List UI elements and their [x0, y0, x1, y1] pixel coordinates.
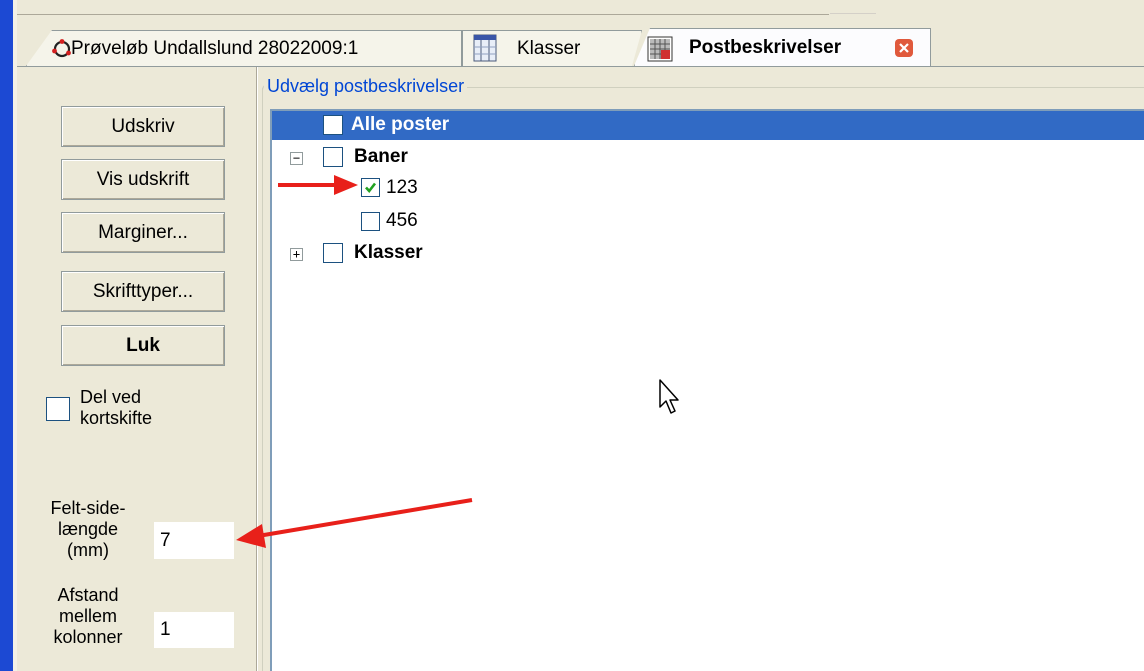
split-checkbox-label: Del ved kortskifte: [80, 387, 153, 428]
field-side-input[interactable]: 7: [154, 522, 234, 559]
tree-item-456[interactable]: 456: [386, 210, 418, 232]
pane-divider[interactable]: [256, 67, 258, 671]
checkmark-icon: [365, 182, 377, 194]
tree-item-klasser[interactable]: Klasser: [354, 242, 423, 264]
mouse-cursor-icon: [659, 379, 679, 414]
tree-item-123[interactable]: 123: [386, 177, 418, 199]
annotation-arrow-icon: [278, 175, 358, 195]
expand-icon[interactable]: +: [290, 248, 303, 261]
klasser-checkbox[interactable]: [323, 243, 343, 263]
top-divider-line-right: [830, 13, 876, 14]
left-panel: [17, 67, 257, 671]
close-icon[interactable]: [895, 39, 913, 57]
split-on-card-change-checkbox[interactable]: [46, 397, 70, 421]
top-divider-line: [17, 14, 829, 15]
tab-proveloeb-label: Prøveløb Undallslund 28022009:1: [71, 37, 359, 59]
column-gap-label: Afstand mellem kolonner: [53, 585, 123, 647]
tab-proveloeb[interactable]: Prøveløb Undallslund 28022009:1: [26, 30, 462, 66]
print-preview-button[interactable]: Vis udskrift: [61, 159, 225, 200]
margins-button[interactable]: Marginer...: [61, 212, 225, 253]
grid-icon: [647, 36, 673, 62]
field-side-label: Felt-side- længde (mm): [50, 498, 126, 560]
tab-postbeskrivelser[interactable]: Postbeskrivelser: [634, 28, 931, 66]
table-icon: [473, 34, 497, 62]
groupbox-left-border: [262, 88, 263, 671]
baner-checkbox[interactable]: [323, 147, 343, 167]
course-456-checkbox[interactable]: [361, 212, 380, 231]
map-icon: [52, 39, 71, 58]
annotation-arrow-icon: [236, 498, 473, 548]
groupbox-title: Udvælg postbeskrivelser: [264, 76, 468, 97]
tab-klasser-label: Klasser: [517, 37, 581, 59]
tab-klasser[interactable]: Klasser: [462, 30, 642, 66]
all-posts-checkbox[interactable]: [323, 115, 343, 135]
collapse-icon[interactable]: −: [290, 152, 303, 165]
column-gap-input[interactable]: 1: [154, 612, 234, 648]
window-left-edge: [0, 0, 13, 671]
tab-strip-border: [17, 66, 1144, 67]
tree-item-all-posts[interactable]: Alle poster: [351, 114, 449, 136]
print-button[interactable]: Udskriv: [61, 106, 225, 147]
tab-postbeskrivelser-label: Postbeskrivelser: [689, 36, 842, 58]
course-123-checkbox[interactable]: [361, 178, 380, 197]
close-button[interactable]: Luk: [61, 325, 225, 366]
fonts-button[interactable]: Skrifttyper...: [61, 271, 225, 312]
tree-item-baner[interactable]: Baner: [354, 146, 408, 168]
